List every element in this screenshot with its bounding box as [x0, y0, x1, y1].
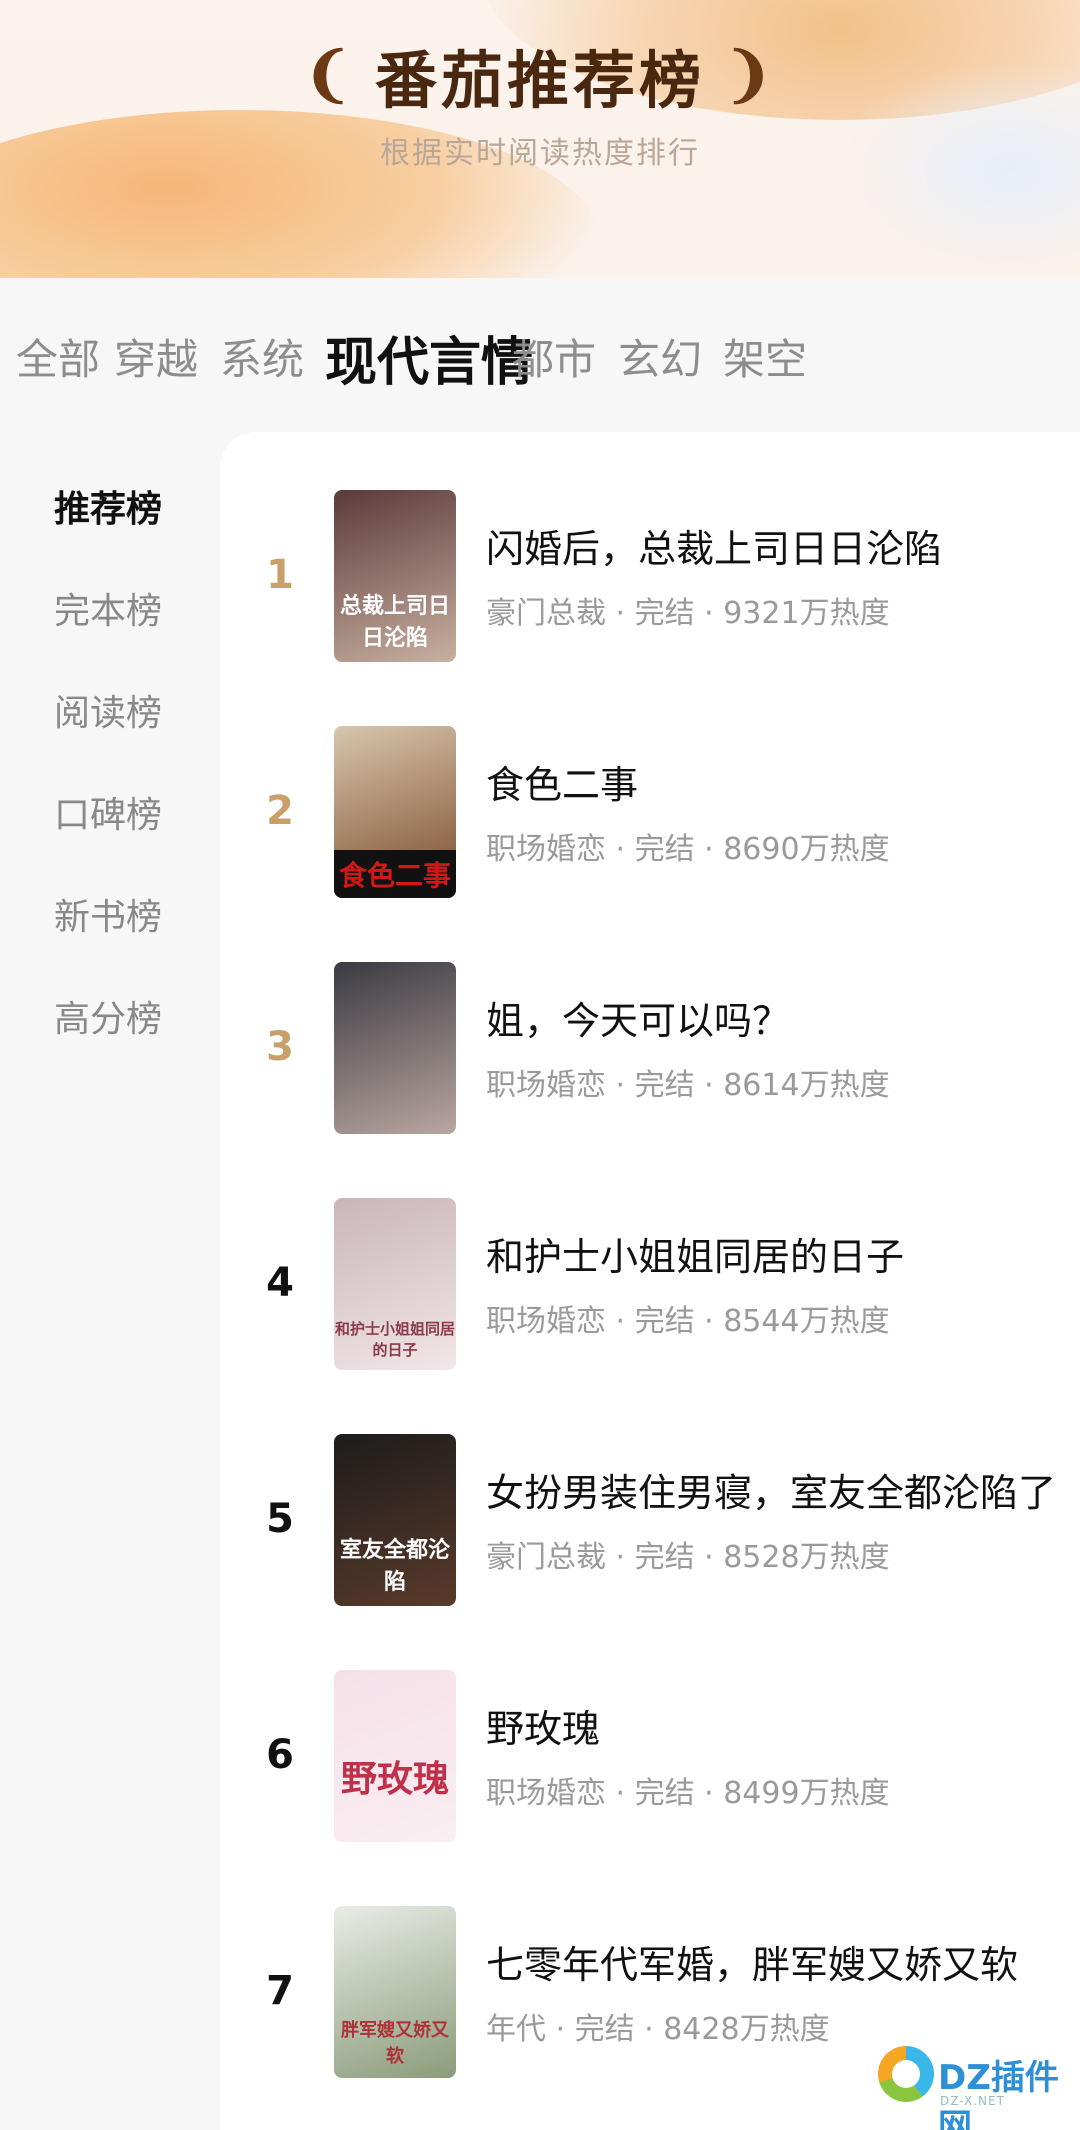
watermark-text: DZ插件网: [938, 2058, 1059, 2130]
rank-number: 3: [266, 1024, 294, 1070]
book-title[interactable]: 闪婚后，总裁上司日日沦陷: [486, 518, 1056, 573]
book-meta: 职场婚恋 · 完结 · 8499万热度: [486, 1776, 890, 1811]
sidebar-item-recommend[interactable]: 推荐榜: [54, 480, 162, 532]
sidebar-item-reputation[interactable]: 口碑榜: [54, 786, 162, 838]
tab-modern-romance[interactable]: 现代言情: [325, 320, 533, 395]
rank-number: 6: [266, 1732, 294, 1778]
book-cover-title: 总裁上司日日沦陷: [339, 593, 450, 651]
book-meta: 豪门总裁 · 完结 · 8528万热度: [486, 1540, 890, 1575]
book-cover-title: 和护士小姐姐同居的日子: [334, 1320, 455, 1359]
book-row[interactable]: 3 姐，今天可以吗？ 职场婚恋 · 完结 · 8614万热度: [220, 962, 1080, 1162]
book-cover[interactable]: [334, 962, 456, 1134]
rank-number: 7: [266, 1968, 294, 2014]
tab-all[interactable]: 全部: [16, 326, 100, 387]
book-row[interactable]: 1 总裁上司日日沦陷 闪婚后，总裁上司日日沦陷 豪门总裁 · 完结 · 9321…: [220, 490, 1080, 690]
book-title[interactable]: 野玫瑰: [486, 1698, 1056, 1753]
book-title[interactable]: 姐，今天可以吗？: [486, 990, 1056, 1045]
sidebar-item-reading[interactable]: 阅读榜: [54, 684, 162, 736]
rank-number: 1: [266, 552, 294, 598]
tab-fantasy[interactable]: 玄幻: [618, 326, 702, 387]
book-list: 1 总裁上司日日沦陷 闪婚后，总裁上司日日沦陷 豪门总裁 · 完结 · 9321…: [220, 432, 1080, 2130]
page-title-wrap: ❨ 番茄推荐榜 ❩: [0, 30, 1080, 120]
book-cover[interactable]: 和护士小姐姐同居的日子: [334, 1198, 456, 1370]
book-title[interactable]: 和护士小姐姐同居的日子: [486, 1226, 1056, 1281]
watermark-subtext: DZ-X.NET: [940, 2094, 1005, 2108]
book-meta: 职场婚恋 · 完结 · 8614万热度: [486, 1068, 890, 1103]
book-row[interactable]: 6 野玫瑰 野玫瑰 职场婚恋 · 完结 · 8499万热度: [220, 1670, 1080, 1870]
book-row[interactable]: 2 食色二事 食色二事 职场婚恋 · 完结 · 8690万热度: [220, 726, 1080, 926]
rank-number: 4: [266, 1260, 294, 1306]
tab-urban[interactable]: 都市: [512, 326, 596, 387]
book-meta: 职场婚恋 · 完结 · 8690万热度: [486, 832, 890, 867]
book-cover[interactable]: 食色二事: [334, 726, 456, 898]
page-subtitle: 根据实时阅读热度排行: [380, 136, 700, 171]
tab-alt-history[interactable]: 架空: [723, 326, 807, 387]
book-cover[interactable]: 野玫瑰: [334, 1670, 456, 1842]
category-tabs: 全部 穿越 系统 现代言情 都市 玄幻 架空: [0, 278, 1080, 428]
dz-logo-icon: [878, 2046, 934, 2102]
laurel-left-icon: ❨: [302, 40, 357, 110]
book-cover-title: 室友全都沦陷: [339, 1537, 450, 1595]
sidebar-item-high-score[interactable]: 高分榜: [54, 990, 162, 1042]
laurel-right-icon: ❩: [723, 40, 778, 110]
page-title: ❨ 番茄推荐榜 ❩: [303, 30, 778, 120]
site-watermark: DZ插件网 DZ-X.NET: [870, 2040, 1070, 2130]
tab-time-travel[interactable]: 穿越: [114, 326, 198, 387]
rank-number: 5: [266, 1496, 294, 1542]
book-row[interactable]: 5 室友全都沦陷 女扮男装住男寝，室友全都沦陷了 豪门总裁 · 完结 · 852…: [220, 1434, 1080, 1634]
book-cover-title: 胖军嫂又娇又软: [341, 2020, 449, 2067]
book-title[interactable]: 女扮男装住男寝，室友全都沦陷了: [486, 1462, 1056, 1517]
book-title[interactable]: 七零年代军婚，胖军嫂又娇又软: [486, 1934, 1056, 1989]
sidebar-item-completed[interactable]: 完本榜: [54, 582, 162, 634]
book-cover[interactable]: 室友全都沦陷: [334, 1434, 456, 1606]
tab-system[interactable]: 系统: [220, 326, 304, 387]
book-cover[interactable]: 总裁上司日日沦陷: [334, 490, 456, 662]
book-title[interactable]: 食色二事: [486, 754, 1056, 809]
page-title-text: 番茄推荐榜: [374, 44, 705, 117]
book-meta: 年代 · 完结 · 8428万热度: [486, 2012, 830, 2047]
book-meta: 豪门总裁 · 完结 · 9321万热度: [486, 596, 890, 631]
rank-number: 2: [266, 788, 294, 834]
sidebar-item-new-books[interactable]: 新书榜: [54, 888, 162, 940]
ranking-header: ❨ 番茄推荐榜 ❩ 根据实时阅读热度排行: [0, 0, 1080, 280]
book-meta: 职场婚恋 · 完结 · 8544万热度: [486, 1304, 890, 1339]
book-row[interactable]: 4 和护士小姐姐同居的日子 和护士小姐姐同居的日子 职场婚恋 · 完结 · 85…: [220, 1198, 1080, 1398]
book-cover[interactable]: 胖军嫂又娇又软: [334, 1906, 456, 2078]
book-cover-title: 食色二事: [334, 850, 456, 898]
book-cover-title: 野玫瑰: [340, 1758, 449, 1800]
